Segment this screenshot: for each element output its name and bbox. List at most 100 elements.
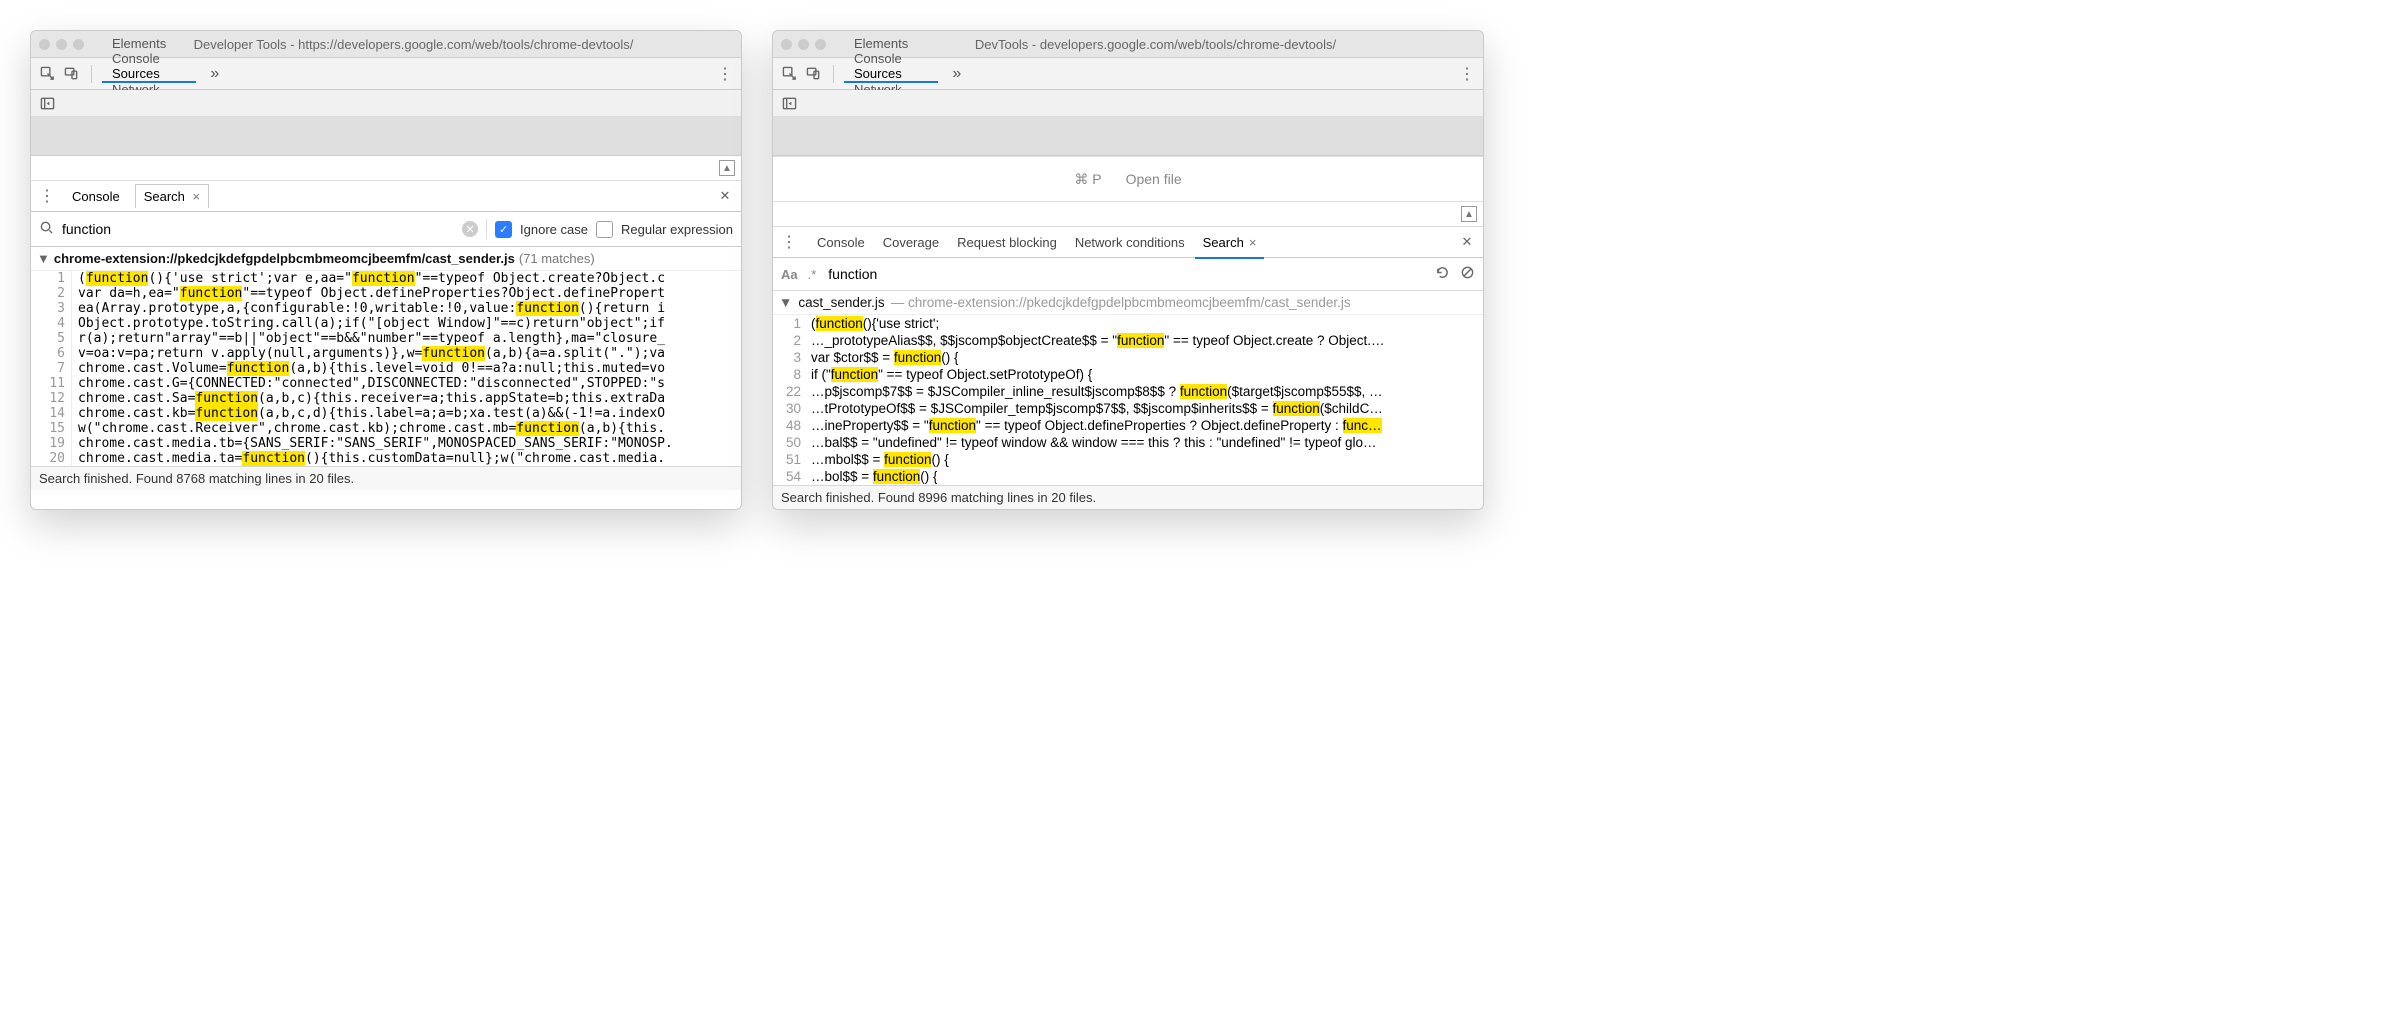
result-line[interactable]: 54…bol$$ = function() { (773, 468, 1483, 485)
window-left: Developer Tools - https://developers.goo… (30, 30, 742, 510)
traffic-max[interactable] (815, 39, 826, 50)
device-toggle-icon[interactable] (803, 64, 823, 84)
code-line[interactable]: 5r(a);return"array"==b||"object"==b&&"nu… (31, 331, 741, 346)
kebab-menu[interactable] (1457, 64, 1477, 84)
regex-toggle[interactable]: .* (808, 267, 817, 282)
traffic-min[interactable] (798, 39, 809, 50)
code-line[interactable]: 12chrome.cast.Sa=function(a,b,c){this.re… (31, 391, 741, 406)
result-line[interactable]: 1(function(){'use strict'; (773, 315, 1483, 332)
cancel-icon[interactable] (1460, 265, 1475, 284)
traffic-close[interactable] (781, 39, 792, 50)
result-line[interactable]: 51…mbol$$ = function() { (773, 451, 1483, 468)
result-line[interactable]: 48…ineProperty$$ = "function" == typeof … (773, 417, 1483, 434)
match-count: (71 matches) (519, 251, 595, 266)
panel-tab-elements[interactable]: Elements (844, 36, 938, 51)
show-navigator-icon[interactable] (779, 93, 799, 113)
code-text: ea(Array.prototype,a,{configurable:!0,wr… (72, 301, 665, 316)
code-text: v=oa:v=pa;return v.apply(null,arguments)… (72, 346, 665, 361)
drawer-kebab[interactable] (37, 186, 57, 206)
drawer-tab-search[interactable]: Search× (1195, 227, 1265, 259)
traffic-min[interactable] (56, 39, 67, 50)
close-icon[interactable]: × (193, 189, 201, 204)
panel-tab-sources[interactable]: Sources (844, 66, 938, 83)
code-line[interactable]: 11chrome.cast.G={CONNECTED:"connected",D… (31, 376, 741, 391)
search-input[interactable] (826, 265, 1425, 283)
result-line[interactable]: 8if ("function" == typeof Object.setProt… (773, 366, 1483, 383)
panel-tab-console[interactable]: Console (844, 51, 938, 66)
code-line[interactable]: 6v=oa:v=pa;return v.apply(null,arguments… (31, 346, 741, 361)
show-navigator-icon[interactable] (37, 93, 57, 113)
search-input[interactable] (60, 220, 456, 238)
code-line[interactable]: 7chrome.cast.Volume=function(a,b){this.l… (31, 361, 741, 376)
ignore-case-checkbox[interactable] (495, 221, 512, 238)
line-number: 15 (31, 421, 72, 436)
file-header[interactable]: ▼ chrome-extension://pkedcjkdefgpdelpbcm… (31, 247, 741, 271)
code-line[interactable]: 2var da=h,ea="function"==typeof Object.d… (31, 286, 741, 301)
inspect-icon[interactable] (37, 64, 57, 84)
code-line[interactable]: 15w("chrome.cast.Receiver",chrome.cast.k… (31, 421, 741, 436)
line-number: 5 (31, 331, 72, 346)
result-text: …_prototypeAlias$$, $$jscomp$objectCreat… (807, 333, 1385, 348)
line-number: 4 (31, 316, 72, 331)
drawer-tab-console[interactable]: Console (63, 184, 129, 208)
panel-tabbar: ElementsConsoleSourcesNetworkPerformance (773, 58, 1483, 90)
result-line[interactable]: 22…p$jscomp$7$$ = $JSCompiler_inline_res… (773, 383, 1483, 400)
panel-tab-elements[interactable]: Elements (102, 36, 196, 51)
result-text: …bol$$ = function() { (807, 469, 937, 484)
drawer-tab-request-blocking[interactable]: Request blocking (949, 227, 1065, 257)
regex-checkbox[interactable] (596, 221, 613, 238)
line-number: 30 (773, 401, 807, 416)
file-header[interactable]: ▼ cast_sender.js — chrome-extension://pk… (773, 291, 1483, 315)
code-line[interactable]: 14chrome.cast.kb=function(a,b,c,d){this.… (31, 406, 741, 421)
match-case-toggle[interactable]: Aa (781, 267, 798, 282)
inspect-icon[interactable] (779, 64, 799, 84)
close-drawer-icon[interactable]: ✕ (715, 186, 735, 206)
panel-tab-sources[interactable]: Sources (102, 66, 196, 83)
more-panels[interactable] (942, 58, 971, 89)
hint-shortcut: ⌘ P (1074, 171, 1101, 188)
expand-up-icon[interactable]: ▲ (719, 160, 735, 176)
line-number: 8 (773, 367, 807, 382)
result-line[interactable]: 2…_prototypeAlias$$, $$jscomp$objectCrea… (773, 332, 1483, 349)
drawer-tab-coverage[interactable]: Coverage (875, 227, 947, 257)
close-icon[interactable]: × (1249, 235, 1257, 250)
code-text: var da=h,ea="function"==typeof Object.de… (72, 286, 665, 301)
sources-subbar (773, 90, 1483, 117)
code-line[interactable]: 4Object.prototype.toString.call(a);if("[… (31, 316, 741, 331)
line-number: 54 (773, 469, 807, 484)
search-bar: Aa .* (773, 258, 1483, 291)
drawer-kebab[interactable] (779, 232, 799, 252)
drawer-tab-network-conditions[interactable]: Network conditions (1067, 227, 1193, 257)
drawer-tabbar: ConsoleCoverageRequest blockingNetwork c… (773, 227, 1483, 258)
traffic-close[interactable] (39, 39, 50, 50)
code-line[interactable]: 20chrome.cast.media.ta=function(){this.c… (31, 451, 741, 466)
code-line[interactable]: 19chrome.cast.media.tb={SANS_SERIF:"SANS… (31, 436, 741, 451)
drawer-tab-console[interactable]: Console (809, 227, 873, 257)
drawer-tab-search[interactable]: Search × (135, 184, 209, 208)
code-text: chrome.cast.media.tb={SANS_SERIF:"SANS_S… (72, 436, 673, 451)
open-file-hint: ⌘ P Open file (773, 156, 1483, 202)
result-text: (function(){'use strict'; (807, 316, 939, 331)
device-toggle-icon[interactable] (61, 64, 81, 84)
line-number: 6 (31, 346, 72, 361)
editor-placeholder (31, 117, 741, 156)
close-drawer-icon[interactable]: ✕ (1457, 232, 1477, 252)
code-line[interactable]: 3ea(Array.prototype,a,{configurable:!0,w… (31, 301, 741, 316)
more-panels[interactable] (200, 58, 229, 89)
traffic-max[interactable] (73, 39, 84, 50)
clear-icon[interactable]: ✕ (462, 221, 478, 237)
result-line[interactable]: 50…bal$$ = "undefined" != typeof window … (773, 434, 1483, 451)
expand-up-icon[interactable]: ▲ (1461, 206, 1477, 222)
result-line[interactable]: 3var $ctor$$ = function() { (773, 349, 1483, 366)
caret-down-icon: ▼ (779, 295, 792, 310)
refresh-icon[interactable] (1435, 265, 1450, 284)
line-number: 19 (31, 436, 72, 451)
result-line[interactable]: 30…tPrototypeOf$$ = $JSCompiler_temp$jsc… (773, 400, 1483, 417)
kebab-menu[interactable] (715, 64, 735, 84)
line-number: 48 (773, 418, 807, 433)
search-results: 1(function(){'use strict';2…_prototypeAl… (773, 315, 1483, 485)
panel-tab-console[interactable]: Console (102, 51, 196, 66)
hint-label: Open file (1126, 171, 1182, 187)
code-line[interactable]: 1(function(){'use strict';var e,aa="func… (31, 271, 741, 286)
line-number: 7 (31, 361, 72, 376)
